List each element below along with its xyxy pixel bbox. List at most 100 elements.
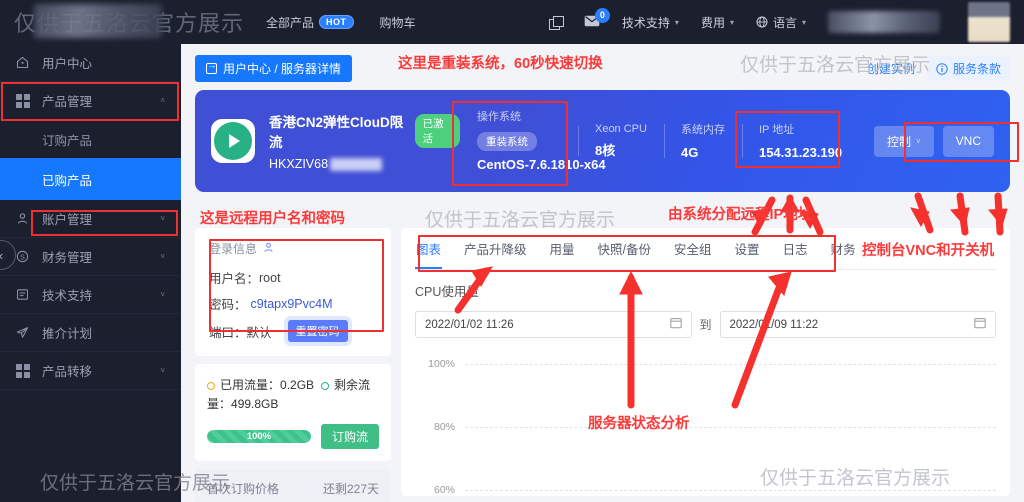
tab-security-group[interactable]: 安全组	[673, 228, 713, 269]
price-card: 首次订购价格 还剩227天 ¥171.00元	[195, 469, 391, 502]
breadcrumb-actions: 创建实例 服务条款	[867, 56, 1010, 81]
main-content: 用户中心 / 服务器详情 创建实例 服务条款	[181, 44, 1024, 502]
header-language-menu[interactable]: 语言 ▾	[756, 14, 806, 31]
header-support-label: 技术支持	[621, 15, 670, 30]
money-icon: S	[16, 250, 32, 263]
nav-cart[interactable]: 购物车	[380, 14, 416, 31]
right-detail-panel: 图表 产品升降级 用量 快照/备份 安全组 设置 日志 财务 CPU使用量 20…	[401, 228, 1010, 496]
login-port-label: 端口：	[209, 325, 247, 340]
nav-all-products[interactable]: 全部产品 HOT	[266, 14, 354, 31]
mail-button[interactable]: 0	[584, 7, 610, 30]
header-nav: 全部产品 HOT 购物车	[266, 14, 416, 31]
server-instance-id: HKXZIV68	[269, 157, 329, 171]
tab-usage[interactable]: 用量	[549, 228, 576, 269]
sidebar-item-user-center-label: 用户中心	[42, 57, 93, 71]
person-icon	[16, 212, 32, 225]
copy-icon[interactable]	[548, 15, 564, 30]
chevron-down-icon: ˅	[160, 252, 165, 261]
grid-icon	[16, 363, 32, 378]
order-traffic-button[interactable]: 订购流	[320, 424, 379, 450]
date-from-input[interactable]: 2022/01/02 11:26	[415, 311, 692, 338]
service-terms-label: 服务条款	[952, 62, 1001, 76]
login-username-label: 用户名：	[209, 272, 260, 286]
chevron-down-icon: ▾	[801, 17, 806, 27]
date-to-input[interactable]: 2022/01/09 11:22	[719, 311, 997, 338]
sidebar-item-purchased-product-label: 已购产品	[42, 173, 93, 188]
play-icon	[214, 122, 252, 160]
tab-charts[interactable]: 图表	[415, 228, 443, 269]
header-support-menu[interactable]: 技术支持 ▾	[622, 14, 679, 31]
traffic-progress-bar: 100%	[207, 430, 311, 444]
page-body: 用户中心 产品管理 ˄ 订购产品 已购产品 账户管理 ˅ S 财务管理 ˅ 技术…	[0, 44, 1024, 502]
chart-title: CPU使用量	[415, 285, 479, 299]
chevron-up-icon: ˄	[160, 96, 165, 105]
server-identity: 香港CN2弹性ClouD限流 已激活 HKXZIV68	[269, 111, 460, 171]
control-dropdown-button[interactable]: 控制 ˅	[873, 125, 934, 157]
chart-ytick-80: 80%	[433, 421, 455, 433]
server-name-row: 香港CN2弹性ClouD限流 已激活	[269, 111, 460, 151]
traffic-progress-fill: 100%	[207, 430, 311, 444]
server-cpu-label: Xeon CPU	[594, 122, 647, 135]
avatar[interactable]	[968, 2, 1010, 42]
control-button-label: 控制	[886, 134, 911, 149]
login-info-title: 登录信息	[209, 242, 258, 256]
sidebar-item-referral-plan[interactable]: 推介计划	[0, 314, 181, 352]
sidebar-item-order-product[interactable]: 订购产品	[0, 120, 181, 158]
used-traffic-label: 已用流量：	[220, 378, 281, 392]
header-fees-menu[interactable]: 费用 ▾	[701, 14, 734, 31]
server-os-value: CentOS-7.6.1810-x64	[476, 157, 606, 173]
create-instance-link[interactable]: 创建实例	[867, 60, 915, 77]
sidebar-item-finance-management[interactable]: S 财务管理 ˅	[0, 238, 181, 276]
sidebar-item-product-transfer[interactable]: 产品转移 ˅	[0, 352, 181, 390]
date-range-row: 2022/01/02 11:26 到 2022/01/09 11:22	[415, 311, 997, 338]
used-traffic-dot-icon	[207, 382, 215, 390]
doc-icon	[16, 288, 32, 301]
chart-gridline	[465, 426, 996, 428]
status-badge: 已激活	[414, 114, 460, 148]
vnc-button[interactable]: VNC	[942, 125, 994, 157]
breadcrumb-label: 用户中心 / 服务器详情	[223, 62, 342, 76]
sidebar: 用户中心 产品管理 ˄ 订购产品 已购产品 账户管理 ˅ S 财务管理 ˅ 技术…	[0, 44, 181, 502]
chevron-left-icon: ‹	[0, 248, 3, 263]
chevron-down-icon: ▾	[729, 17, 734, 27]
mail-unread-badge: 0	[594, 7, 610, 23]
back-icon	[206, 60, 217, 74]
chart-gridline	[465, 363, 996, 365]
chart-gridline	[465, 489, 996, 491]
user-name-blurred[interactable]	[828, 11, 940, 33]
server-cpu-value: 8核	[594, 142, 616, 158]
used-traffic-value: 0.2GB	[280, 378, 315, 392]
chart-ytick-60: 60%	[433, 484, 455, 496]
server-name: 香港CN2弹性ClouD限流	[269, 115, 404, 150]
tab-logs[interactable]: 日志	[782, 228, 809, 269]
top-header: 仅供于五洛云官方展示 全部产品 HOT 购物车 0 技术支持 ▾ 费用 ▾	[0, 0, 1024, 44]
service-terms-button[interactable]: 服务条款	[926, 56, 1010, 81]
remain-traffic-value: 499.8GB	[231, 396, 279, 411]
sidebar-item-product-management[interactable]: 产品管理 ˄	[0, 82, 181, 120]
home-icon	[16, 56, 32, 69]
days-remaining: 还剩227天	[322, 482, 379, 497]
server-ip-value: 154.31.23.190	[758, 144, 843, 160]
tab-upgrade-downgrade[interactable]: 产品升降级	[463, 228, 528, 269]
sidebar-item-account-management[interactable]: 账户管理 ˅	[0, 200, 181, 238]
server-action-buttons: 控制 ˅ VNC	[873, 125, 994, 157]
sidebar-item-tech-support[interactable]: 技术支持 ˅	[0, 276, 181, 314]
tab-settings[interactable]: 设置	[734, 228, 761, 269]
calendar-icon	[669, 317, 682, 332]
info-icon	[936, 62, 948, 75]
reset-password-button[interactable]: 重置密码	[287, 320, 348, 342]
chevron-down-icon: ˅	[160, 214, 165, 223]
server-memory-value: 4G	[680, 144, 699, 160]
tab-finance[interactable]: 财务	[830, 228, 857, 269]
sidebar-item-purchased-product[interactable]: 已购产品	[0, 158, 181, 200]
sidebar-item-user-center[interactable]: 用户中心	[0, 44, 181, 82]
tab-snapshot-backup[interactable]: 快照/备份	[597, 228, 652, 269]
reinstall-system-button[interactable]: 重装系统	[476, 132, 537, 152]
server-power-button[interactable]	[211, 119, 255, 163]
remain-traffic-dot-icon	[321, 382, 330, 390]
traffic-progress-row: 100% 订购流	[207, 424, 379, 450]
detail-tabs: 图表 产品升降级 用量 快照/备份 安全组 设置 日志 财务	[415, 228, 996, 270]
breadcrumb[interactable]: 用户中心 / 服务器详情	[195, 55, 353, 82]
server-instance-id-row: HKXZIV68	[269, 157, 460, 171]
server-memory-label: 系统内存	[680, 123, 725, 136]
